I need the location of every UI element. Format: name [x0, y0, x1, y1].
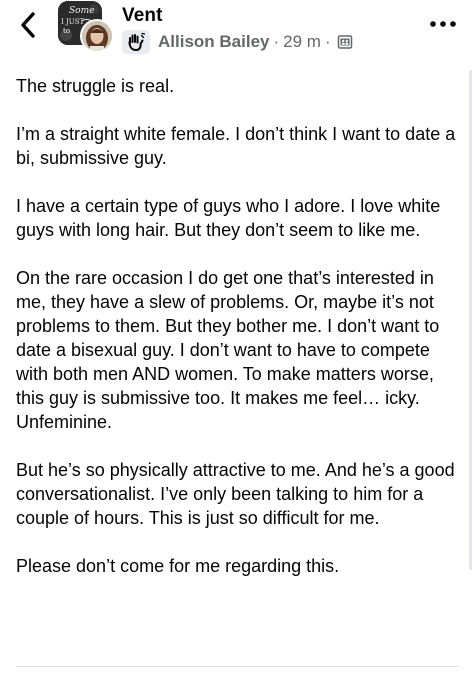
divider [16, 666, 458, 667]
post-paragraph: On the rare occasion I do get one that’s… [16, 268, 440, 432]
members-only-icon [337, 34, 353, 50]
user-avatar[interactable] [80, 19, 114, 53]
scrollbar[interactable] [469, 70, 472, 570]
author-name[interactable]: Allison Bailey [158, 32, 269, 52]
post-paragraph: I have a certain type of guys who I ador… [16, 196, 441, 240]
back-button[interactable] [14, 10, 42, 40]
post-text: The struggle is real. I’m a straight whi… [16, 74, 464, 602]
post-meta: Allison Bailey · 29 m · [122, 30, 353, 54]
group-avatar-line-3: to [63, 27, 70, 35]
post-screen: { "header": { "group_name": "Vent", "aut… [0, 0, 474, 680]
avatar-photo [82, 21, 112, 51]
group-avatar-line-1: Some [69, 6, 94, 16]
chevron-left-icon [21, 12, 35, 38]
post-timestamp[interactable]: 29 m [283, 32, 321, 52]
post-paragraph: Please don’t come for me regarding this. [16, 556, 340, 576]
group-name[interactable]: Vent [122, 5, 163, 27]
avatar-group[interactable]: Some I JUST to [58, 1, 114, 55]
waving-hand-icon [128, 32, 146, 52]
more-horizontal-icon [430, 21, 456, 27]
post-header: Some I JUST to Vent Allison Bailey · 29 … [0, 0, 474, 64]
post-paragraph: But he’s so physically attractive to me.… [16, 460, 455, 528]
post-paragraph: I’m a straight white female. I don’t thi… [16, 124, 456, 168]
meta-separator-2: · [324, 32, 331, 51]
group-badge[interactable] [122, 30, 150, 54]
post-paragraph: The struggle is real. [16, 76, 175, 96]
more-options-button[interactable] [426, 10, 460, 38]
meta-separator: · [273, 32, 280, 51]
group-avatar-line-2: I JUST [61, 18, 84, 26]
